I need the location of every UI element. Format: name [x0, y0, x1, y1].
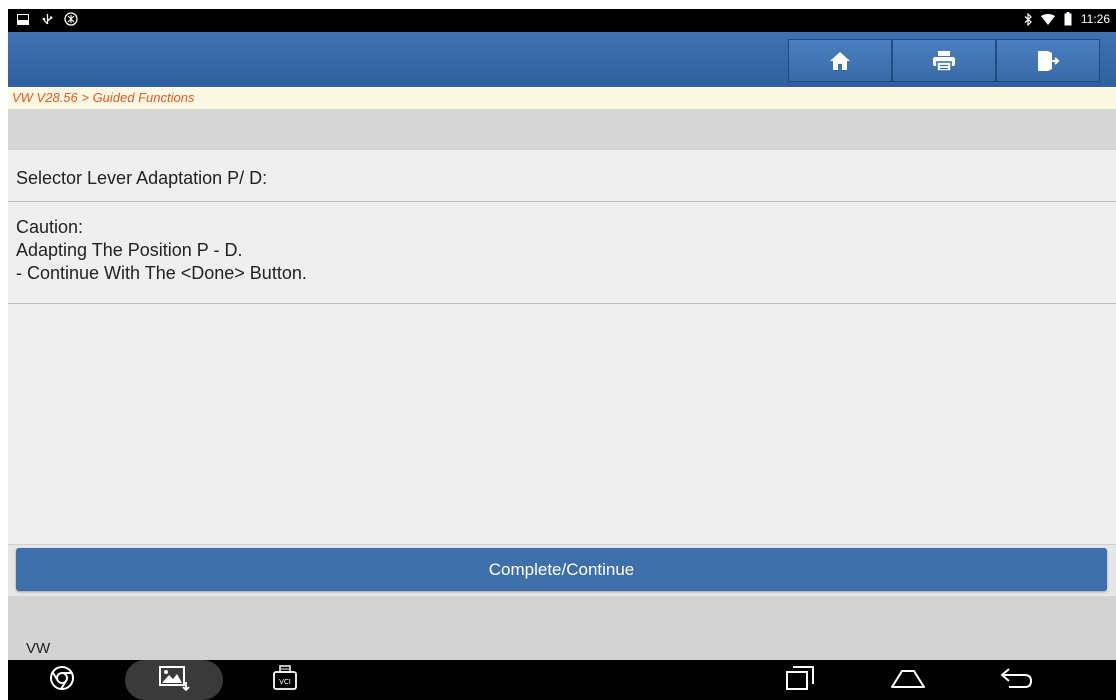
header-strip	[8, 109, 1116, 149]
screenshot-icon	[16, 12, 30, 26]
app-frame: 11:26 VW V28.56 > Guided Functions Selec…	[8, 9, 1116, 700]
clock: 11:26	[1080, 12, 1110, 26]
gallery-button[interactable]	[151, 660, 197, 700]
message-panel: Caution: Adapting The Position P - D. - …	[8, 202, 1116, 304]
footer-label: VW	[26, 640, 51, 657]
back-icon	[999, 667, 1033, 694]
message-line: Caution:	[16, 217, 84, 237]
footer: VW	[8, 596, 1116, 660]
browser-icon	[49, 665, 75, 696]
browser-button[interactable]	[42, 660, 82, 700]
function-title: Selector Lever Adaptation P/ D:	[16, 168, 268, 188]
usb-icon	[40, 12, 54, 26]
vci-icon	[64, 12, 78, 26]
gallery-icon	[158, 664, 190, 697]
message-line: Adapting The Position P - D.	[16, 240, 243, 260]
toolbar	[8, 32, 1116, 87]
vci-button[interactable]: VCI	[265, 660, 305, 700]
print-button[interactable]	[892, 39, 996, 82]
nav-home-button[interactable]	[886, 660, 930, 700]
home-icon	[890, 667, 926, 694]
home-icon	[829, 51, 851, 71]
bluetooth-icon	[1021, 12, 1035, 26]
recents-button[interactable]	[780, 660, 820, 700]
vci-icon: VCI	[271, 664, 299, 697]
wifi-icon	[1040, 12, 1055, 26]
print-icon	[932, 50, 956, 72]
status-bar: 11:26	[8, 9, 1116, 32]
svg-text:VCI: VCI	[279, 678, 291, 686]
battery-icon	[1061, 12, 1075, 26]
recents-icon	[785, 665, 815, 696]
message-line: - Continue With The <Done> Button.	[16, 263, 307, 283]
content-area	[8, 304, 1116, 545]
breadcrumb: VW V28.56 > Guided Functions	[8, 87, 1116, 109]
navigation-bar: VCI	[8, 660, 1116, 700]
function-title-row: Selector Lever Adaptation P/ D:	[8, 149, 1116, 202]
exit-button[interactable]	[996, 39, 1100, 82]
back-button[interactable]	[996, 660, 1036, 700]
complete-continue-button[interactable]: Complete/Continue	[16, 548, 1107, 591]
home-button[interactable]	[788, 39, 892, 82]
exit-icon	[1036, 50, 1060, 72]
